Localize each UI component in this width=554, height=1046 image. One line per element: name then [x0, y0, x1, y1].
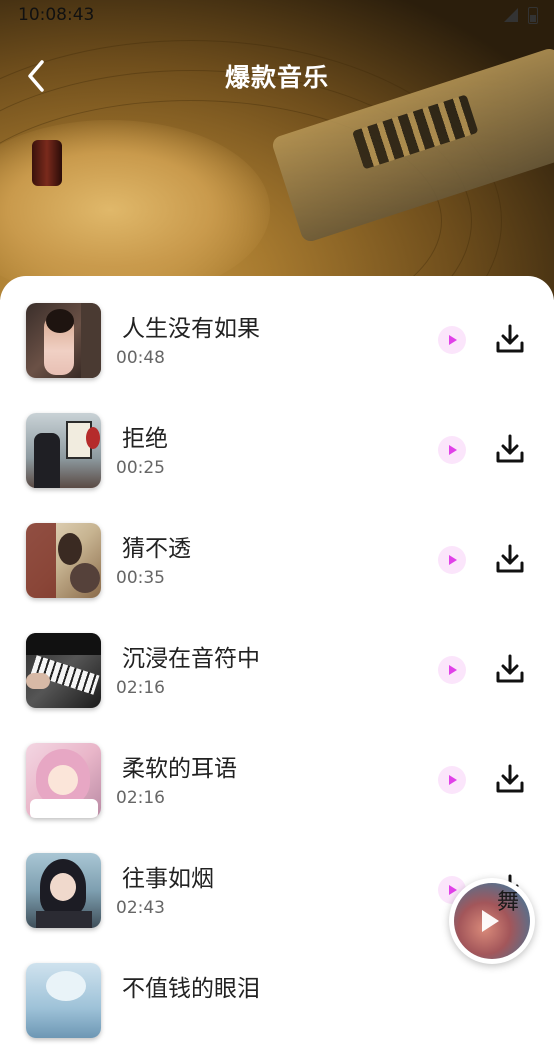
page-title: 爆款音乐 [224, 63, 329, 92]
status-bar: 10:08:43 [0, 0, 554, 30]
album-cover [26, 633, 101, 708]
album-cover [26, 413, 101, 488]
play-icon[interactable] [438, 326, 466, 354]
header-banner [0, 0, 554, 300]
song-duration: 02:16 [116, 788, 165, 808]
list-item[interactable]: 沉浸在音符中 02:16 [0, 606, 554, 716]
album-cover [26, 523, 101, 598]
song-title: 拒绝 [122, 426, 168, 452]
song-duration: 00:35 [116, 568, 165, 588]
list-item[interactable]: 柔软的耳语 02:16 [0, 716, 554, 826]
battery-icon [528, 7, 538, 24]
play-icon[interactable] [438, 656, 466, 684]
download-icon[interactable] [492, 651, 528, 687]
signal-icon [504, 8, 518, 22]
play-icon[interactable] [438, 436, 466, 464]
list-item[interactable]: 拒绝 00:25 [0, 386, 554, 496]
song-duration: 02:16 [116, 678, 165, 698]
song-title: 柔软的耳语 [122, 756, 237, 782]
floating-player[interactable]: 舞 [449, 878, 535, 964]
song-duration: 00:25 [116, 458, 165, 478]
song-title: 往事如烟 [122, 866, 214, 892]
cover-calligraphy: 舞 [497, 890, 520, 915]
download-icon[interactable] [492, 431, 528, 467]
download-icon[interactable] [492, 321, 528, 357]
song-title: 人生没有如果 [122, 316, 260, 342]
song-title: 沉浸在音符中 [122, 646, 260, 672]
song-title: 猜不透 [122, 536, 191, 562]
download-icon[interactable] [492, 761, 528, 797]
list-item[interactable]: 猜不透 00:35 [0, 496, 554, 606]
song-duration: 00:48 [116, 348, 165, 368]
album-cover [26, 963, 101, 1038]
album-cover [26, 303, 101, 378]
song-duration: 02:43 [116, 898, 165, 918]
play-icon[interactable] [482, 910, 499, 932]
status-time: 10:08:43 [18, 5, 95, 25]
record-spindle [32, 140, 62, 186]
song-title: 不值钱的眼泪 [122, 976, 260, 1002]
download-icon[interactable] [492, 541, 528, 577]
song-list: 人生没有如果 00:48 拒绝 00:25 猜不透 00:35 沉浸在音符中 0… [0, 276, 554, 1038]
album-cover [26, 853, 101, 928]
album-cover [26, 743, 101, 818]
play-icon[interactable] [438, 766, 466, 794]
play-icon[interactable] [438, 546, 466, 574]
list-item[interactable]: 人生没有如果 00:48 [0, 276, 554, 386]
